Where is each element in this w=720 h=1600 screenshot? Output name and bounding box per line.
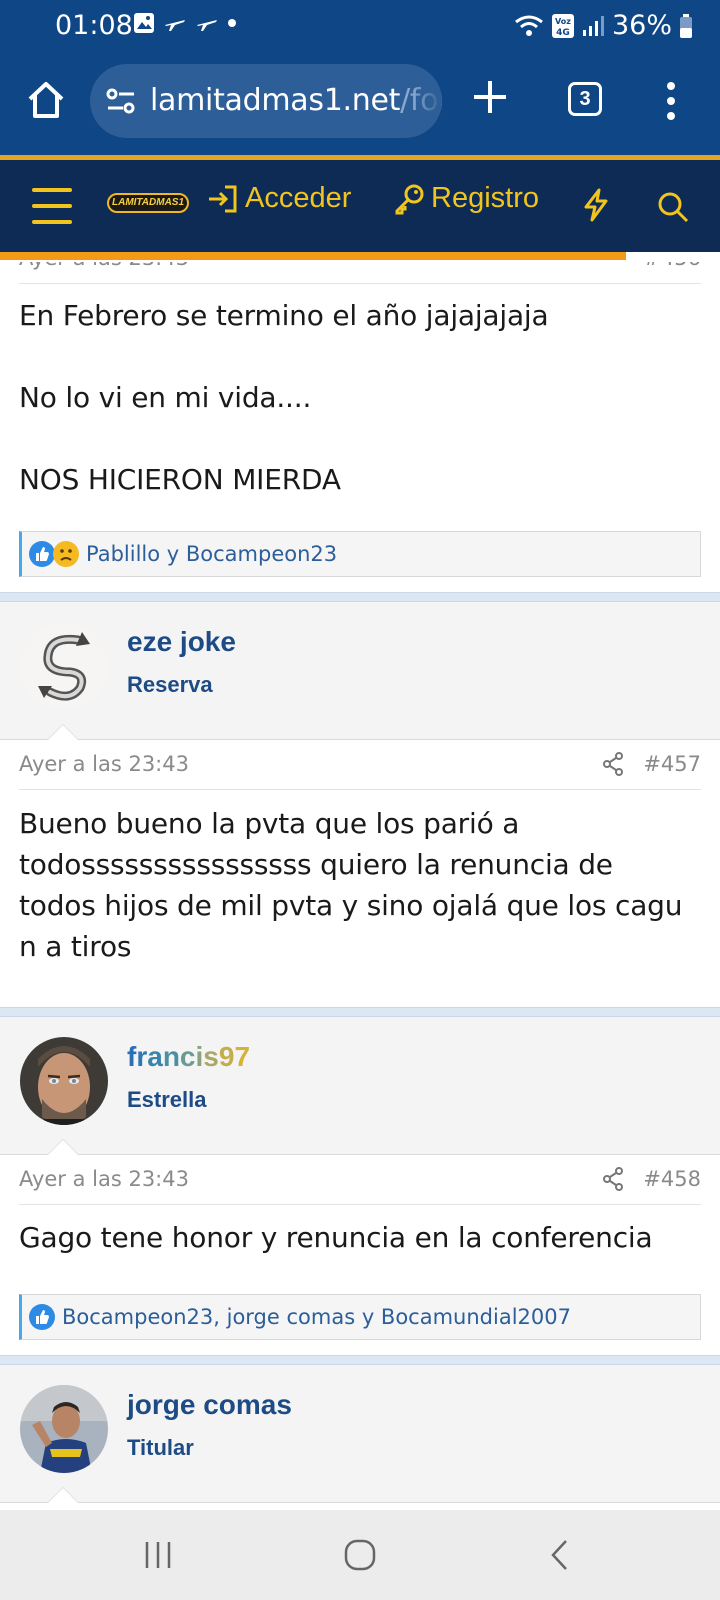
scroll-progress-fill — [0, 252, 627, 260]
back-icon[interactable] — [550, 1539, 570, 1571]
site-header: LAMITADMAS1 Acceder Registro — [0, 155, 720, 252]
post-number[interactable]: #458 — [643, 1167, 701, 1191]
system-navigation-bar — [0, 1510, 720, 1600]
reactions-bar[interactable]: Bocampeon23, jorge comas y Bocamundial20… — [19, 1294, 701, 1340]
whats-new-bolt-icon[interactable] — [583, 188, 609, 222]
post-line: No lo vi en mi vida.... — [19, 381, 312, 414]
home-icon[interactable] — [25, 79, 67, 121]
new-tab-icon[interactable] — [470, 77, 510, 117]
post-body: En Febrero se termino el año jajajajaja … — [19, 295, 699, 500]
notification-icons — [133, 12, 237, 34]
avatar[interactable] — [20, 1037, 108, 1125]
post-user-block: jorge comas Titular — [0, 1365, 720, 1503]
post-body: Bueno bueno la pvta que los parió a todo… — [19, 807, 683, 963]
post-divider — [0, 1355, 720, 1365]
reaction-users[interactable]: Pablillo y Bocampeon23 — [86, 542, 337, 566]
battery-icon — [680, 13, 692, 38]
browser-toolbar: lamitadmas1.net/foro 3 — [0, 55, 720, 155]
user-role: Estrella — [127, 1087, 207, 1112]
like-reaction-icon — [29, 1304, 55, 1330]
username[interactable]: eze joke — [127, 626, 236, 658]
wifi-icon — [515, 15, 543, 36]
post-number[interactable]: #457 — [643, 752, 701, 776]
login-label: Acceder — [245, 182, 352, 214]
post-date[interactable]: Ayer a las 23:43 — [19, 752, 189, 776]
tabs-count-button[interactable]: 3 — [568, 82, 602, 116]
battery-percent: 36% — [611, 10, 672, 41]
gallery-icon — [134, 13, 154, 33]
svg-text:4G: 4G — [556, 28, 570, 38]
status-time: 01:08 — [55, 10, 133, 41]
post-body: Gago tene honor y renuncia en la confere… — [19, 1221, 653, 1254]
address-bar[interactable]: lamitadmas1.net/foro — [90, 64, 442, 138]
thread-content: Ayer a las 23:43 #456 En Febrero se term… — [0, 262, 720, 1510]
post-date[interactable]: Ayer a las 23:43 — [19, 1167, 189, 1191]
avatar[interactable] — [20, 1385, 108, 1473]
home-nav-icon[interactable] — [344, 1539, 376, 1571]
plane-icon-2 — [197, 20, 217, 31]
url-text: lamitadmas1.net/foro — [150, 83, 442, 118]
volte-icon: Voz 4G — [551, 13, 574, 38]
login-link[interactable]: Acceder — [207, 182, 351, 215]
share-icon[interactable] — [602, 752, 624, 776]
post-meta: Ayer a las 23:43 #457 — [19, 740, 701, 790]
svg-text:Voz: Voz — [555, 17, 571, 26]
post-number[interactable]: #456 — [643, 262, 701, 270]
recent-apps-icon[interactable] — [143, 1540, 173, 1570]
share-icon[interactable] — [602, 1167, 624, 1191]
url-domain: lamitadmas1.net — [150, 83, 401, 118]
login-icon — [209, 185, 237, 212]
more-menu-icon[interactable] — [665, 81, 677, 121]
user-role: Titular — [127, 1435, 194, 1460]
post-line: NOS HICIERON MIERDA — [19, 463, 341, 496]
post-date: Ayer a las 23:43 — [19, 262, 189, 270]
hamburger-menu-icon[interactable] — [32, 188, 72, 224]
post-user-block: eze joke Reserva — [0, 602, 720, 740]
post-meta: Ayer a las 23:43 #456 — [19, 262, 701, 284]
scroll-progress-bar — [0, 252, 720, 262]
reaction-users[interactable]: Bocampeon23, jorge comas y Bocamundial20… — [62, 1305, 571, 1329]
user-role: Reserva — [127, 672, 213, 697]
avatar[interactable] — [20, 622, 108, 710]
site-logo[interactable]: LAMITADMAS1 — [107, 193, 189, 213]
post-line: En Febrero se termino el año jajajajaja — [19, 299, 549, 332]
post-divider — [0, 592, 720, 602]
status-bar: 01:08 Voz 4G 36% — [0, 0, 720, 55]
plane-icon — [165, 20, 185, 31]
post-user-block: francis97 Estrella — [0, 1017, 720, 1155]
key-icon — [395, 184, 424, 214]
post-divider — [0, 1007, 720, 1017]
search-icon[interactable] — [656, 190, 690, 224]
signal-icon — [582, 15, 604, 36]
register-label: Registro — [431, 182, 539, 214]
username[interactable]: jorge comas — [127, 1389, 292, 1421]
reactions-bar[interactable]: Pablillo y Bocampeon23 — [19, 531, 701, 577]
sad-reaction-icon — [53, 541, 79, 567]
site-settings-icon[interactable] — [106, 88, 136, 114]
username[interactable]: francis97 — [127, 1041, 250, 1073]
system-icons: Voz 4G 36% — [514, 10, 692, 41]
post-meta: Ayer a las 23:43 #458 — [19, 1155, 701, 1205]
register-link[interactable]: Registro — [393, 182, 539, 215]
dot-icon — [228, 19, 236, 27]
